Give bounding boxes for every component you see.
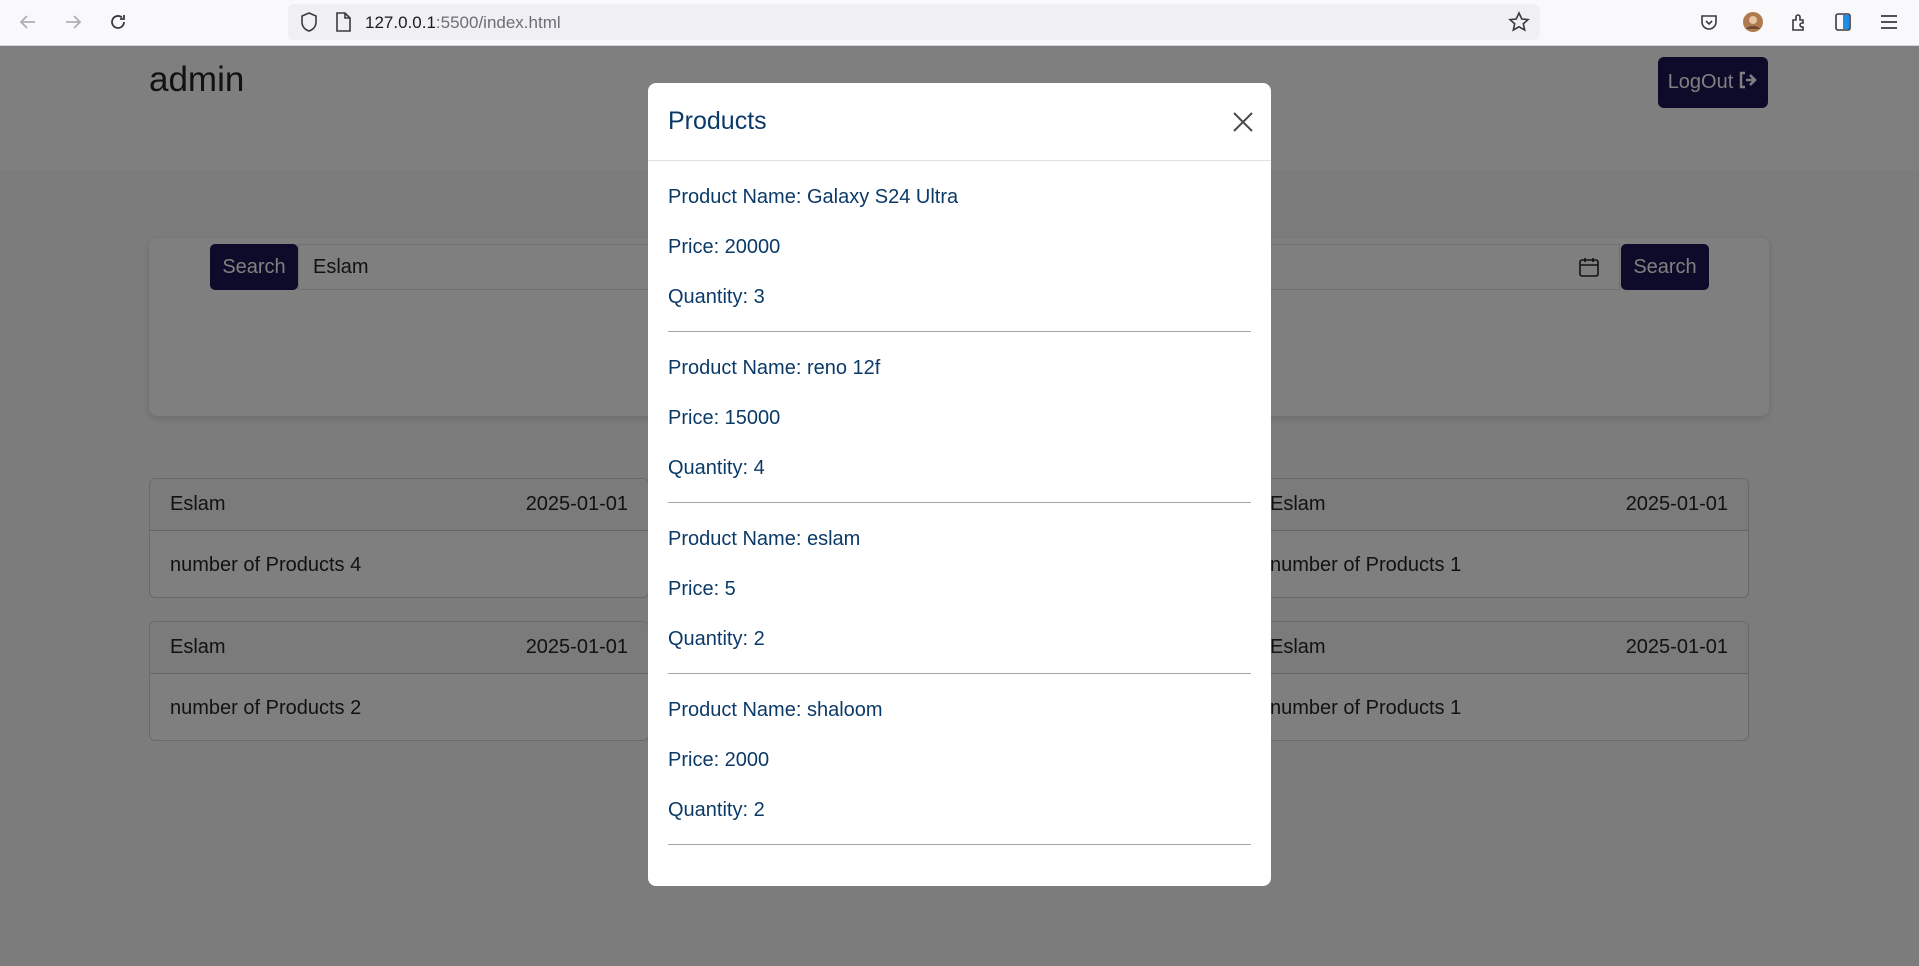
extensions-icon[interactable] [1786,9,1812,35]
product-name: Product Name: Galaxy S24 Ultra [668,186,959,208]
product-quantity: Quantity: 4 [668,457,765,479]
close-icon[interactable] [1228,107,1258,137]
forward-arrow-icon[interactable] [59,8,87,36]
product-item: Product Name: Galaxy S24 Ultra Price: 20… [668,161,1251,332]
sidebar-icon[interactable] [1830,9,1856,35]
browser-toolbar: 127.0.0.1:5500/index.html [0,0,1919,46]
address-bar[interactable]: 127.0.0.1:5500/index.html [288,4,1540,40]
modal-title: Products [668,107,767,135]
product-price: Price: 2000 [668,749,770,771]
pocket-icon[interactable] [1696,9,1722,35]
modal-body: Product Name: Galaxy S24 Ultra Price: 20… [648,161,1271,845]
modal-header: Products [648,83,1271,161]
product-price: Price: 5 [668,578,736,600]
bookmark-star-icon[interactable] [1506,9,1532,35]
product-item: Product Name: shaloom Price: 2000 Quanti… [668,674,1251,845]
product-price: Price: 20000 [668,236,781,258]
product-item: Product Name: eslam Price: 5 Quantity: 2 [668,503,1251,674]
url-text: 127.0.0.1:5500/index.html [365,13,561,32]
menu-icon[interactable] [1876,9,1902,35]
account-avatar-icon[interactable] [1740,9,1766,35]
product-name: Product Name: eslam [668,528,861,550]
product-quantity: Quantity: 3 [668,286,765,308]
back-arrow-icon[interactable] [14,8,42,36]
product-price: Price: 15000 [668,407,781,429]
product-item: Product Name: reno 12f Price: 15000 Quan… [668,332,1251,503]
products-modal: Products Product Name: Galaxy S24 Ultra … [648,83,1271,886]
product-name: Product Name: shaloom [668,699,883,721]
product-quantity: Quantity: 2 [668,799,765,821]
shield-icon[interactable] [296,9,322,35]
reload-icon[interactable] [104,8,132,36]
product-name: Product Name: reno 12f [668,357,881,379]
product-quantity: Quantity: 2 [668,628,765,650]
page-icon [330,9,356,35]
